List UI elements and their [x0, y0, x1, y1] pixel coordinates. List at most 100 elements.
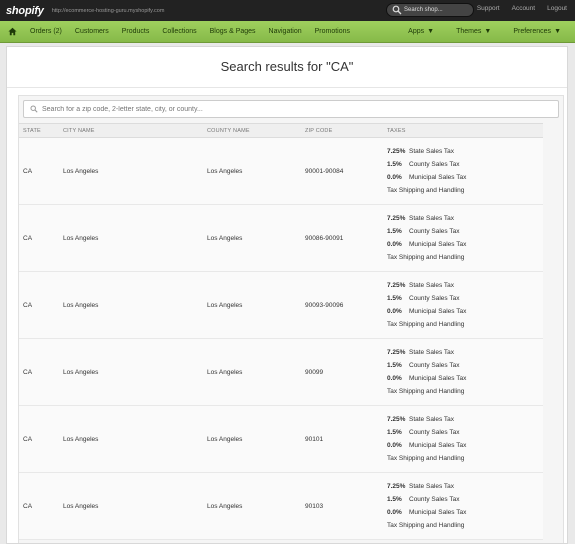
- account-link[interactable]: Account: [512, 5, 536, 12]
- nav-apps[interactable]: Apps ▼: [408, 28, 434, 35]
- row-state: CA: [23, 234, 33, 242]
- nav-preferences[interactable]: Preferences ▼: [513, 28, 561, 35]
- tax-line: 1.5% County Sales Tax: [387, 493, 543, 506]
- nav-products[interactable]: Products: [122, 28, 150, 35]
- tax-label: County Sales Tax: [409, 295, 460, 302]
- tax-line: 1.5% County Sales Tax: [387, 225, 543, 238]
- home-icon[interactable]: [8, 26, 20, 38]
- tax-label: State Sales Tax: [409, 483, 455, 490]
- tax-rate: 7.25%: [387, 148, 406, 155]
- tax-line: 1.5% County Sales Tax: [387, 292, 543, 305]
- shipping-tax-note: Tax Shipping and Handling: [387, 455, 465, 462]
- shop-search-input[interactable]: Search shop...: [404, 7, 443, 13]
- chevron-down-icon: ▼: [427, 28, 435, 35]
- row-zip: 90099: [305, 368, 324, 376]
- row-county: Los Angeles: [207, 234, 243, 242]
- row-city: Los Angeles: [63, 301, 99, 309]
- shipping-tax-note: Tax Shipping and Handling: [387, 522, 465, 529]
- chevron-down-icon: ▼: [554, 28, 561, 35]
- shipping-tax-note: Tax Shipping and Handling: [387, 388, 465, 395]
- row-taxes: 7.25% State Sales Tax 1.5% County Sales Tax…: [387, 205, 543, 272]
- results-panel: STATE CITY NAME COUNTY NAME ZIP CODE TAX…: [18, 95, 564, 543]
- row-taxes: 7.25% State Sales Tax 1.5% County Sales Tax…: [387, 339, 543, 406]
- table-row[interactable]: CA Los Angeles Los Angeles 90103 7.25% State …: [19, 472, 543, 540]
- shop-search-box[interactable]: Search shop...: [386, 3, 474, 17]
- row-county: Los Angeles: [207, 167, 243, 175]
- row-state: CA: [23, 435, 33, 443]
- tax-rate: 0.0%: [387, 509, 402, 516]
- col-zip[interactable]: ZIP CODE: [305, 124, 387, 138]
- tax-line: 7.25% State Sales Tax: [387, 145, 543, 158]
- tax-rate: 0.0%: [387, 241, 402, 248]
- row-county: Los Angeles: [207, 435, 243, 443]
- chevron-down-icon: ▼: [484, 28, 492, 35]
- tax-label: State Sales Tax: [409, 282, 455, 289]
- tax-line: 0.0% Municipal Sales Tax: [387, 506, 543, 519]
- tax-label: State Sales Tax: [409, 148, 455, 155]
- tax-rate: 0.0%: [387, 375, 402, 382]
- tax-label: Municipal Sales Tax: [409, 241, 467, 248]
- nav-customers[interactable]: Customers: [75, 28, 109, 35]
- tax-rate: 7.25%: [387, 349, 406, 356]
- shopify-logo[interactable]: shopify: [6, 5, 44, 17]
- tax-rate: 7.25%: [387, 282, 406, 289]
- nav-orders[interactable]: Orders (2): [30, 28, 62, 35]
- nav-collections[interactable]: Collections: [162, 28, 196, 35]
- results-table: STATE CITY NAME COUNTY NAME ZIP CODE TAX…: [19, 123, 543, 540]
- row-zip: 90001-90084: [305, 167, 344, 175]
- col-state[interactable]: STATE: [19, 124, 63, 138]
- table-row[interactable]: CA Los Angeles Los Angeles 90099 7.25% State …: [19, 338, 543, 406]
- tax-line: 0.0% Municipal Sales Tax: [387, 238, 543, 251]
- table-row[interactable]: CA Los Angeles Los Angeles 90001-90084 7.25%…: [19, 137, 543, 205]
- logout-link[interactable]: Logout: [547, 5, 567, 12]
- tax-rate: 1.5%: [387, 228, 402, 235]
- table-row[interactable]: CA Los Angeles Los Angeles 90101 7.25% State …: [19, 405, 543, 473]
- row-zip: 90093-90096: [305, 301, 344, 309]
- zip-search-field[interactable]: [23, 100, 559, 118]
- zip-search-input[interactable]: [42, 105, 522, 113]
- nav-blogs-pages[interactable]: Blogs & Pages: [210, 28, 256, 35]
- tax-line: 1.5% County Sales Tax: [387, 426, 543, 439]
- support-link[interactable]: Support: [477, 5, 500, 12]
- search-icon: [392, 5, 402, 15]
- store-url[interactable]: http://ecommerce-hosting-guru.myshopify.…: [52, 8, 165, 14]
- row-taxes: 7.25% State Sales Tax 1.5% County Sales Tax…: [387, 406, 543, 473]
- tax-line: 0.0% Municipal Sales Tax: [387, 305, 543, 318]
- tax-line: 1.5% County Sales Tax: [387, 359, 543, 372]
- row-state: CA: [23, 368, 33, 376]
- tax-line: 0.0% Municipal Sales Tax: [387, 171, 543, 184]
- tax-label: County Sales Tax: [409, 429, 460, 436]
- row-city: Los Angeles: [63, 368, 99, 376]
- row-taxes: 7.25% State Sales Tax 1.5% County Sales Tax…: [387, 473, 543, 540]
- nav-themes[interactable]: Themes ▼: [456, 28, 491, 35]
- row-taxes: 7.25% State Sales Tax 1.5% County Sales Tax…: [387, 138, 543, 205]
- tax-label: Municipal Sales Tax: [409, 174, 467, 181]
- row-city: Los Angeles: [63, 435, 99, 443]
- table-row[interactable]: CA Los Angeles Los Angeles 90093-90096 7.25%…: [19, 271, 543, 339]
- table-row[interactable]: CA Los Angeles Los Angeles 90086-90091 7.25%…: [19, 204, 543, 272]
- col-county[interactable]: COUNTY NAME: [207, 124, 305, 138]
- row-state: CA: [23, 167, 33, 175]
- col-taxes[interactable]: TAXES: [387, 124, 543, 138]
- shipping-tax-note: Tax Shipping and Handling: [387, 187, 465, 194]
- title-divider: [7, 87, 567, 88]
- tax-rate: 0.0%: [387, 442, 402, 449]
- tax-rate: 0.0%: [387, 308, 402, 315]
- nav-navigation[interactable]: Navigation: [269, 28, 302, 35]
- row-county: Los Angeles: [207, 301, 243, 309]
- tax-label: Municipal Sales Tax: [409, 308, 467, 315]
- tax-label: State Sales Tax: [409, 416, 455, 423]
- top-links: Support Account Logout: [477, 5, 567, 12]
- tax-line: 0.0% Municipal Sales Tax: [387, 372, 543, 385]
- row-zip: 90103: [305, 502, 324, 510]
- main-content: Search results for "CA" STATE CITY NAME …: [6, 46, 568, 544]
- tax-line: 7.25% State Sales Tax: [387, 279, 543, 292]
- col-city[interactable]: CITY NAME: [63, 124, 207, 138]
- row-taxes: 7.25% State Sales Tax 1.5% County Sales Tax…: [387, 272, 543, 339]
- row-county: Los Angeles: [207, 502, 243, 510]
- nav-promotions[interactable]: Promotions: [315, 28, 350, 35]
- search-icon: [30, 105, 38, 113]
- tax-line: 7.25% State Sales Tax: [387, 413, 543, 426]
- row-state: CA: [23, 301, 33, 309]
- tax-label: County Sales Tax: [409, 496, 460, 503]
